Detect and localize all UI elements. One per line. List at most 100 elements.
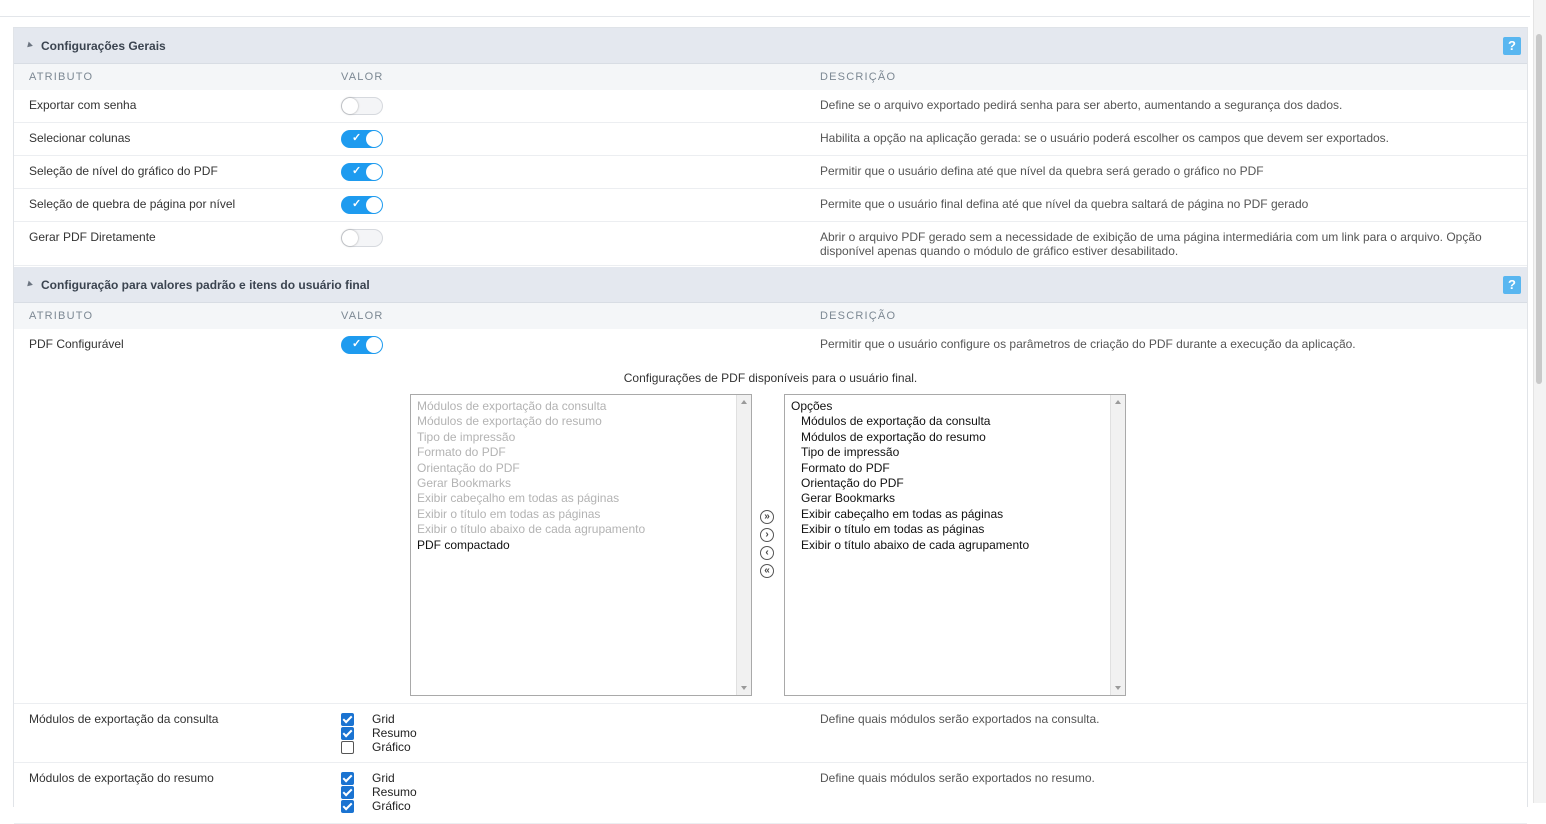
lists-caption: Configurações de PDF disponíveis para o … bbox=[623, 371, 918, 385]
scroll-down-icon bbox=[1115, 686, 1121, 690]
toggle-knob bbox=[366, 164, 382, 180]
check-icon: ✓ bbox=[352, 338, 362, 350]
move-buttons: » › ‹ « bbox=[760, 510, 776, 582]
checkbox-option[interactable]: Resumo bbox=[341, 726, 417, 740]
help-icon[interactable]: ? bbox=[1503, 276, 1521, 294]
checkbox-option[interactable]: Grid bbox=[341, 712, 417, 726]
row-attribute: Gerar PDF Diretamente bbox=[29, 230, 156, 244]
row-description: Permite que o usuário final defina até q… bbox=[820, 197, 1309, 211]
section-header[interactable]: Configuração para valores padrão e itens… bbox=[14, 267, 1527, 303]
column-header: ATRIBUTO VALOR DESCRIÇÃO bbox=[14, 303, 1527, 329]
move-all-left-button[interactable]: « bbox=[760, 564, 774, 578]
col-attr: ATRIBUTO bbox=[29, 71, 94, 83]
checkbox-rows: Módulos de exportação da consulta Grid Res… bbox=[14, 704, 1527, 824]
row-attribute: Módulos de exportação do resumo bbox=[29, 771, 214, 785]
help-icon[interactable]: ? bbox=[1503, 37, 1521, 55]
move-left-button[interactable]: ‹ bbox=[760, 546, 774, 560]
checkbox-label: Gráfico bbox=[372, 740, 411, 754]
pdf-configurable-row: PDF Configurável ✓ Permitir que o usuári… bbox=[14, 329, 1527, 704]
check-icon: ✓ bbox=[352, 132, 362, 144]
list-item[interactable]: Exibir o título abaixo de cada agrupamen… bbox=[417, 522, 645, 537]
list-item[interactable]: PDF compactado bbox=[417, 538, 645, 553]
row-description: Permitir que o usuário defina até que ní… bbox=[820, 164, 1264, 178]
page-scrollbar[interactable] bbox=[1533, 0, 1546, 803]
checkbox-option[interactable]: Grid bbox=[341, 771, 417, 785]
list-item[interactable]: Orientação do PDF bbox=[791, 476, 1029, 491]
move-all-right-button[interactable]: » bbox=[760, 510, 774, 524]
setting-toggle[interactable] bbox=[341, 97, 383, 115]
col-value: VALOR bbox=[341, 310, 384, 322]
setting-row: Seleção de nível do gráfico do PDF ✓ Permi… bbox=[14, 156, 1527, 189]
setting-toggle[interactable]: ✓ bbox=[341, 163, 383, 181]
row-description: Permitir que o usuário configure os parâ… bbox=[820, 337, 1356, 351]
section-title: Configurações Gerais bbox=[41, 39, 166, 53]
row-description: Define quais módulos serão exportados no… bbox=[820, 771, 1095, 785]
row-value: ✓ bbox=[341, 196, 383, 214]
setting-toggle[interactable] bbox=[341, 229, 383, 247]
row-value: ✓ bbox=[341, 163, 383, 181]
list-item[interactable]: Módulos de exportação da consulta bbox=[791, 414, 1029, 429]
row-attribute: Selecionar colunas bbox=[29, 131, 131, 145]
list-item[interactable]: Formato do PDF bbox=[417, 445, 645, 460]
list-item[interactable]: Módulos de exportação do resumo bbox=[791, 430, 1029, 445]
row-value bbox=[341, 229, 383, 247]
list-item[interactable]: Módulos de exportação da consulta bbox=[417, 399, 645, 414]
scrollbar-thumb[interactable] bbox=[1536, 34, 1542, 384]
list-item[interactable]: Exibir cabeçalho em todas as páginas bbox=[791, 507, 1029, 522]
checkbox-label: Grid bbox=[372, 771, 395, 785]
setting-row: Selecionar colunas ✓ Habilita a opção na a… bbox=[14, 123, 1527, 156]
list-item[interactable]: Gerar Bookmarks bbox=[417, 476, 645, 491]
pdf-configurable-toggle[interactable]: ✓ bbox=[341, 336, 383, 354]
available-options-list[interactable]: Módulos de exportação da consulta Módulos… bbox=[410, 394, 752, 696]
check-icon: ✓ bbox=[352, 165, 362, 177]
row-attribute: Módulos de exportação da consulta bbox=[29, 712, 219, 726]
collapse-triangle-icon[interactable] bbox=[25, 280, 33, 289]
list-group-header: Opções bbox=[791, 399, 833, 413]
list-scrollbar[interactable] bbox=[736, 395, 751, 695]
checkbox-setting-row: Módulos de exportação da consulta Grid Res… bbox=[14, 704, 1527, 763]
scroll-up-icon bbox=[741, 400, 747, 404]
toggle-knob bbox=[366, 197, 382, 213]
checkbox[interactable] bbox=[341, 771, 354, 785]
list-item[interactable]: Tipo de impressão bbox=[791, 445, 1029, 460]
col-desc: DESCRIÇÃO bbox=[820, 71, 897, 83]
checkbox-option[interactable]: Gráfico bbox=[341, 740, 417, 754]
list-scrollbar[interactable] bbox=[1110, 395, 1125, 695]
list-item[interactable]: Módulos de exportação do resumo bbox=[417, 414, 645, 429]
list-item[interactable]: Exibir o título em todas as páginas bbox=[791, 522, 1029, 537]
row-attribute: Seleção de quebra de página por nível bbox=[29, 197, 236, 211]
checkbox[interactable] bbox=[341, 740, 354, 754]
row-description: Define se o arquivo exportado pedirá sen… bbox=[820, 98, 1343, 112]
toggle-knob bbox=[342, 230, 358, 246]
list-item[interactable]: Exibir o título abaixo de cada agrupamen… bbox=[791, 538, 1029, 553]
setting-row: Exportar com senha Define se o arquivo ex… bbox=[14, 90, 1527, 123]
section-header[interactable]: Configurações Gerais ? bbox=[14, 28, 1527, 64]
list-item[interactable]: Orientação do PDF bbox=[417, 461, 645, 476]
selected-options-list[interactable]: Opções Módulos de exportação da consulta… bbox=[784, 394, 1126, 696]
list-item[interactable]: Exibir cabeçalho em todas as páginas bbox=[417, 491, 645, 506]
list-item[interactable]: Formato do PDF bbox=[791, 461, 1029, 476]
row-attribute: Exportar com senha bbox=[29, 98, 137, 112]
checkbox-option[interactable]: Resumo bbox=[341, 785, 417, 799]
toggle-knob bbox=[342, 98, 358, 114]
checkbox[interactable] bbox=[341, 726, 354, 740]
checkbox[interactable] bbox=[341, 799, 354, 813]
move-right-button[interactable]: › bbox=[760, 528, 774, 542]
setting-row: Gerar PDF Diretamente Abrir o arquivo PDF… bbox=[14, 222, 1527, 266]
setting-toggle[interactable]: ✓ bbox=[341, 196, 383, 214]
list-item[interactable]: Exibir o título em todas as páginas bbox=[417, 507, 645, 522]
top-bar bbox=[0, 0, 1530, 17]
row-attribute: Seleção de nível do gráfico do PDF bbox=[29, 164, 218, 178]
toggle-knob bbox=[366, 131, 382, 147]
checkbox[interactable] bbox=[341, 785, 354, 799]
list-item[interactable]: Gerar Bookmarks bbox=[791, 491, 1029, 506]
col-desc: DESCRIÇÃO bbox=[820, 310, 897, 322]
checkbox[interactable] bbox=[341, 712, 354, 726]
collapse-triangle-icon[interactable] bbox=[25, 41, 33, 50]
checkbox-option[interactable]: Gráfico bbox=[341, 799, 417, 813]
setting-toggle[interactable]: ✓ bbox=[341, 130, 383, 148]
row-description: Habilita a opção na aplicação gerada: se… bbox=[820, 131, 1390, 145]
setting-row: Seleção de quebra de página por nível ✓ Pe… bbox=[14, 189, 1527, 222]
list-item[interactable]: Tipo de impressão bbox=[417, 430, 645, 445]
checkbox-group: Grid Resumo Gráfico bbox=[341, 771, 417, 813]
